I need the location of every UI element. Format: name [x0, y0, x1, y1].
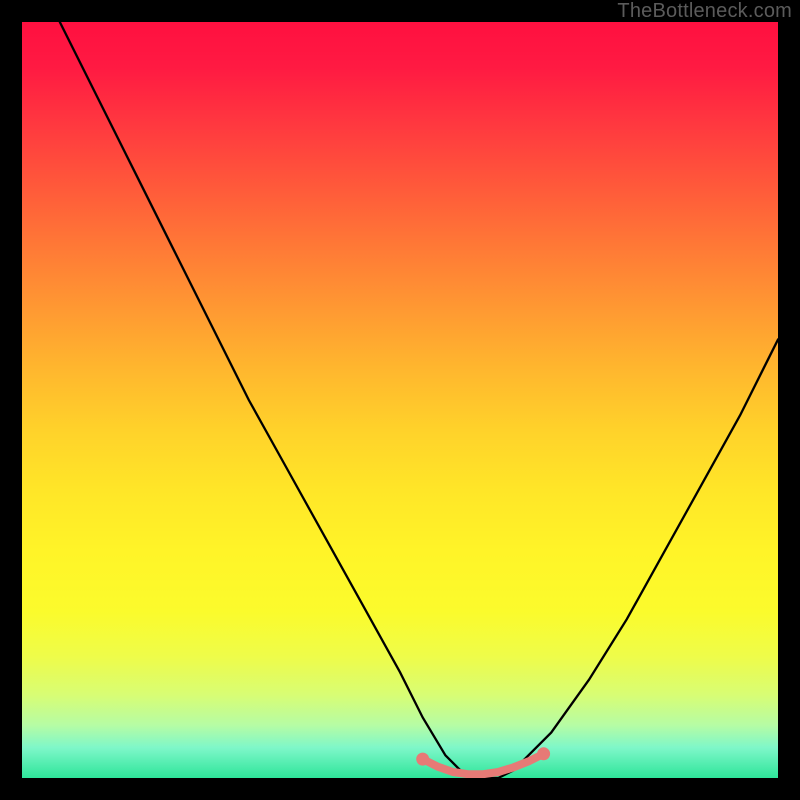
- watermark-text: TheBottleneck.com: [617, 0, 792, 23]
- plot-area: [22, 22, 778, 778]
- curve-layer: [22, 22, 778, 778]
- marker-end-dot: [416, 753, 429, 766]
- marker-end-dot: [537, 747, 550, 760]
- bottleneck-curve: [60, 22, 778, 778]
- chart-frame: TheBottleneck.com: [0, 0, 800, 800]
